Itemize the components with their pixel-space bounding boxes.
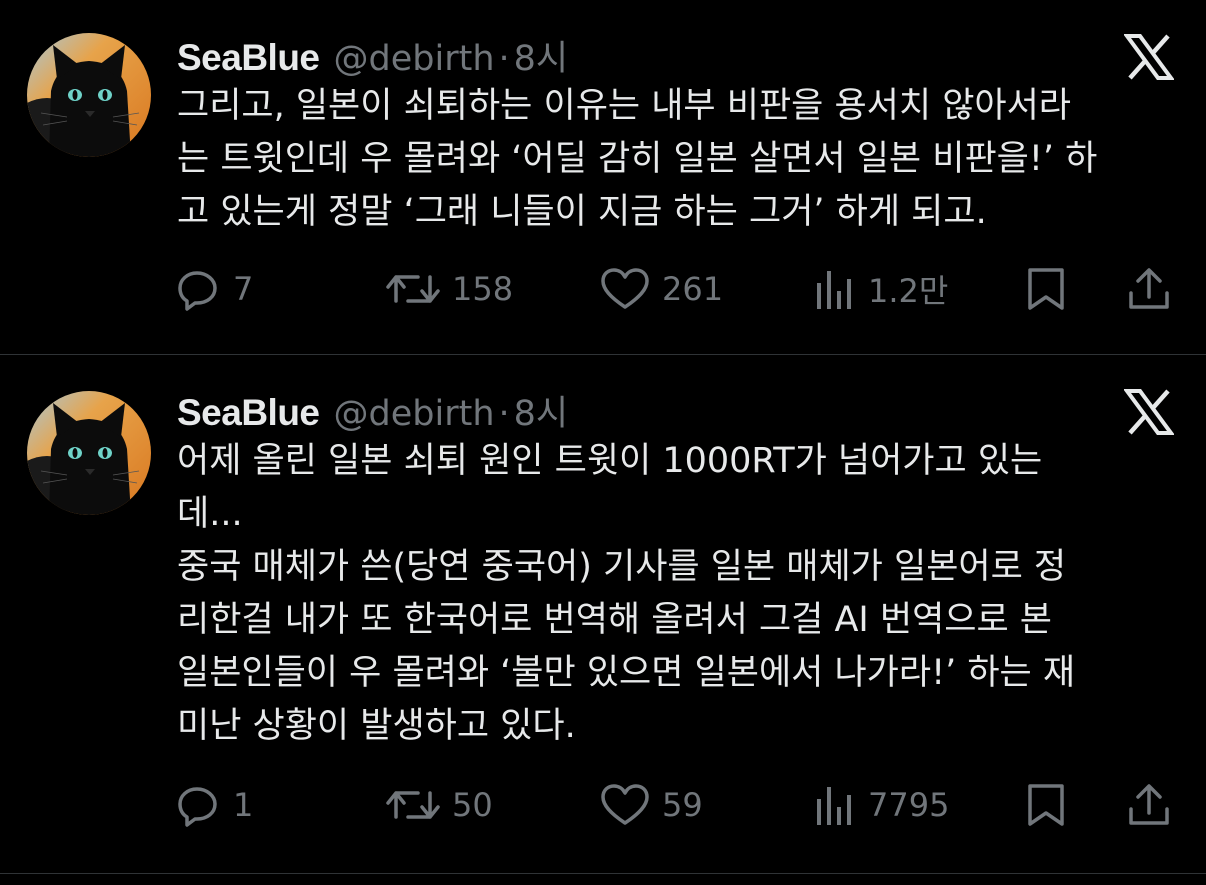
like-button[interactable]: 59: [600, 780, 703, 830]
share-button[interactable]: [1127, 780, 1171, 830]
reply-icon: [178, 787, 217, 827]
retweet-button[interactable]: 50: [386, 780, 493, 830]
retweet-icon: [386, 791, 440, 819]
post-time[interactable]: 8시: [514, 385, 568, 436]
like-count: 261: [662, 270, 724, 308]
author-name[interactable]: SeaBlue: [177, 392, 320, 434]
bookmark-button[interactable]: [1026, 264, 1066, 314]
tweet-actions: 1 50 59 7795: [0, 780, 1206, 830]
tweet-header: SeaBlue @debirth · 8시: [177, 385, 568, 434]
tweet-text: 어제 올린 일본 쇠퇴 원인 트윗이 1000RT가 넘어가고 있는 데... …: [177, 441, 1076, 746]
tweet-header: SeaBlue @debirth · 8시: [177, 30, 568, 79]
tweet-actions: 7 158 261 1.2만: [0, 264, 1206, 314]
tweet[interactable]: SeaBlue @debirth · 8시 어제 올린 일본 쇠퇴 원인 트윗이…: [0, 355, 1206, 874]
black-cat-avatar-icon: [27, 33, 151, 157]
views-chart-icon: [817, 787, 851, 825]
share-icon: [1129, 784, 1169, 825]
post-time[interactable]: 8시: [514, 30, 568, 81]
bookmark-icon: [1028, 268, 1064, 310]
x-logo-icon[interactable]: [1124, 389, 1174, 435]
separator: ·: [498, 394, 510, 434]
separator: ·: [498, 39, 510, 79]
heart-icon: [601, 784, 649, 825]
views-button[interactable]: 7795: [814, 780, 949, 830]
author-name[interactable]: SeaBlue: [177, 37, 320, 79]
views-button[interactable]: 1.2만: [814, 264, 948, 314]
view-count: 1.2만: [868, 272, 949, 310]
reply-icon: [178, 271, 217, 311]
black-cat-avatar-icon: [27, 391, 151, 515]
bookmark-icon: [1028, 784, 1064, 826]
reply-button[interactable]: 7: [177, 264, 253, 314]
heart-icon: [601, 268, 649, 309]
view-count: 7795: [868, 786, 950, 824]
views-chart-icon: [817, 271, 851, 309]
author-handle[interactable]: @debirth: [334, 39, 495, 79]
retweet-icon: [386, 275, 440, 303]
reply-button[interactable]: 1: [177, 780, 253, 830]
share-button[interactable]: [1127, 264, 1171, 314]
like-count: 59: [662, 786, 703, 824]
tweet[interactable]: SeaBlue @debirth · 8시 그리고, 일본이 쇠퇴하는 이유는 …: [0, 0, 1206, 355]
x-logo-icon[interactable]: [1124, 34, 1174, 80]
like-button[interactable]: 261: [600, 264, 723, 314]
bookmark-button[interactable]: [1026, 780, 1066, 830]
retweet-count: 158: [452, 270, 514, 308]
author-handle[interactable]: @debirth: [334, 394, 495, 434]
avatar[interactable]: [27, 33, 151, 157]
avatar[interactable]: [27, 391, 151, 515]
tweet-text: 그리고, 일본이 쇠퇴하는 이유는 내부 비판을 용서치 않아서라 는 트윗인데…: [177, 86, 1098, 232]
share-icon: [1129, 268, 1169, 309]
retweet-button[interactable]: 158: [386, 264, 513, 314]
reply-count: 7: [233, 270, 254, 308]
retweet-count: 50: [452, 786, 493, 824]
reply-count: 1: [233, 786, 254, 824]
